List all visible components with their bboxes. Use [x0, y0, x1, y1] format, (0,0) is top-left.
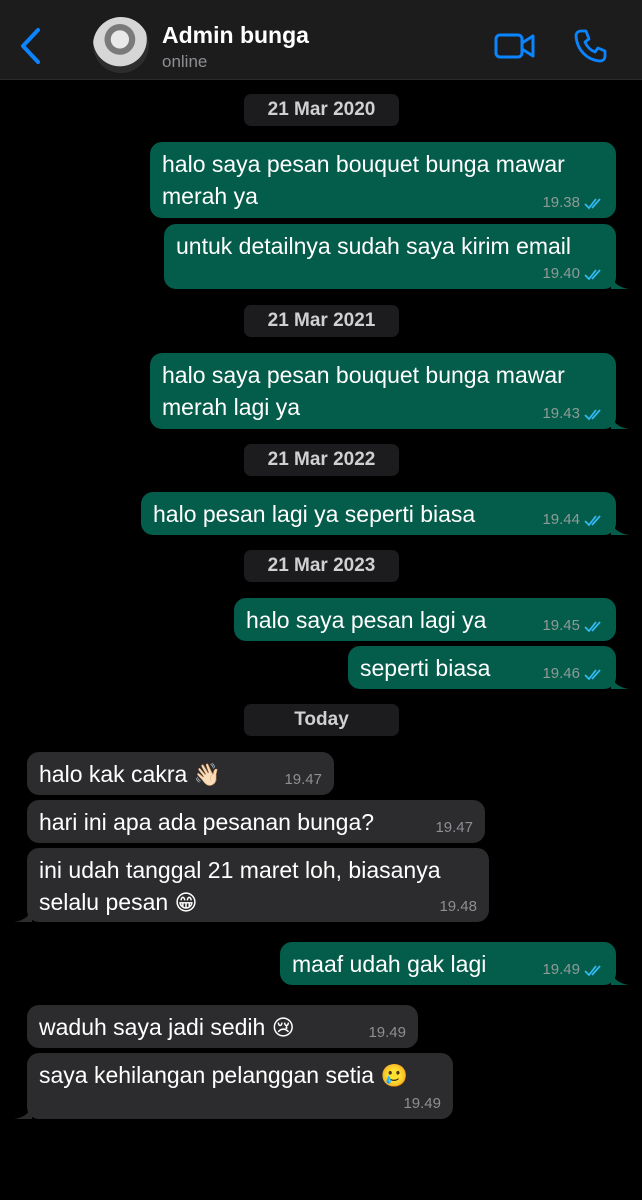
message-text: selalu pesan 😁 [39, 889, 198, 916]
read-ticks-icon [584, 268, 601, 280]
crying-face-emoji: 😢 [271, 1016, 295, 1041]
message-meta: 19.44 [542, 512, 604, 528]
incoming-message[interactable]: ini udah tanggal 21 maret loh, biasanya … [14, 848, 489, 922]
read-ticks-icon [584, 964, 601, 976]
phone-call-icon[interactable] [572, 28, 608, 64]
contact-status: online [162, 52, 208, 71]
message-time: 19.48 [439, 898, 477, 915]
incoming-message[interactable]: saya kehilangan pelanggan setia 🥲 19.49 [14, 1053, 453, 1119]
chat-header: Admin bunga online [0, 0, 642, 80]
bubble-tail [611, 411, 629, 429]
date-separator: 21 Mar 2020 [244, 94, 399, 126]
contact-avatar[interactable] [93, 17, 149, 73]
read-ticks-icon [584, 668, 601, 680]
date-separator: Today [244, 704, 399, 736]
incoming-message[interactable]: hari ini apa ada pesanan bunga? 19.47 [27, 800, 485, 843]
contact-name[interactable]: Admin bunga [162, 22, 309, 49]
outgoing-message[interactable]: halo saya pesan bouquet bunga mawar mera… [150, 142, 616, 218]
message-time: 19.47 [284, 771, 322, 788]
message-time: 19.46 [542, 665, 580, 682]
outgoing-message[interactable]: halo saya pesan lagi ya 19.45 [234, 598, 616, 641]
message-meta: 19.43 [542, 406, 604, 422]
read-ticks-icon [584, 620, 601, 632]
message-time: 19.45 [542, 617, 580, 634]
message-meta: 19.49 [542, 962, 604, 978]
message-text: waduh saya jadi sedih 😢 [39, 1014, 295, 1041]
message-text: halo saya pesan bouquet bunga mawar [162, 151, 565, 177]
message-text: ini udah tanggal 21 maret loh, biasanya [39, 857, 441, 883]
waving-hand-emoji: 👋🏻 [193, 763, 222, 788]
message-time: 19.47 [435, 819, 473, 836]
bubble-tail [611, 967, 629, 985]
message-meta: 19.49 [368, 1025, 406, 1041]
bubble-tail [611, 271, 629, 289]
message-text: halo kak cakra 👋🏻 [39, 761, 222, 788]
read-ticks-icon [584, 408, 601, 420]
message-time: 19.49 [368, 1024, 406, 1041]
bubble-tail [14, 904, 32, 922]
outgoing-message[interactable]: halo pesan lagi ya seperti biasa 19.44 [141, 492, 629, 535]
message-text: hari ini apa ada pesanan bunga? [39, 809, 375, 835]
message-time: 19.40 [542, 265, 580, 282]
message-meta: 19.40 [542, 266, 604, 282]
message-text: saya kehilangan pelanggan setia 🥲 [39, 1062, 408, 1089]
read-ticks-icon [584, 514, 601, 526]
message-time: 19.38 [542, 194, 580, 211]
outgoing-message[interactable]: seperti biasa 19.46 [348, 646, 629, 689]
date-separator: 21 Mar 2022 [244, 444, 399, 476]
incoming-message[interactable]: waduh saya jadi sedih 😢 19.49 [27, 1005, 418, 1048]
outgoing-message[interactable]: untuk detailnya sudah saya kirim email 1… [164, 224, 629, 289]
bubble-tail [611, 671, 629, 689]
message-meta: 19.49 [403, 1096, 441, 1112]
bubble-tail [611, 517, 629, 535]
video-call-icon[interactable] [494, 30, 536, 62]
smiling-face-with-tear-emoji: 🥲 [380, 1064, 408, 1089]
back-chevron-icon[interactable] [14, 26, 48, 66]
message-meta: 19.38 [542, 195, 604, 211]
message-time: 19.49 [542, 961, 580, 978]
grinning-face-emoji: 😁 [174, 891, 198, 916]
message-time: 19.43 [542, 405, 580, 422]
outgoing-message[interactable]: maaf udah gak lagi 19.49 [280, 942, 629, 985]
message-time: 19.49 [403, 1095, 441, 1112]
date-separator: 21 Mar 2023 [244, 550, 399, 582]
message-meta: 19.47 [284, 772, 322, 788]
message-text: merah lagi ya [162, 394, 301, 420]
message-meta: 19.48 [439, 899, 477, 915]
incoming-message[interactable]: halo kak cakra 👋🏻 19.47 [27, 752, 334, 795]
date-separator: 21 Mar 2021 [244, 305, 399, 337]
message-meta: 19.45 [542, 618, 604, 634]
outgoing-message[interactable]: halo saya pesan bouquet bunga mawar mera… [150, 353, 629, 429]
read-ticks-icon [584, 197, 601, 209]
message-text: halo pesan lagi ya seperti biasa [153, 501, 476, 527]
message-text: halo saya pesan bouquet bunga mawar [162, 362, 565, 388]
message-time: 19.44 [542, 511, 580, 528]
message-meta: 19.46 [542, 666, 604, 682]
message-text: merah ya [162, 183, 258, 209]
message-meta: 19.47 [435, 820, 473, 836]
bubble-tail [14, 1101, 32, 1119]
message-text: untuk detailnya sudah saya kirim email [176, 233, 572, 259]
